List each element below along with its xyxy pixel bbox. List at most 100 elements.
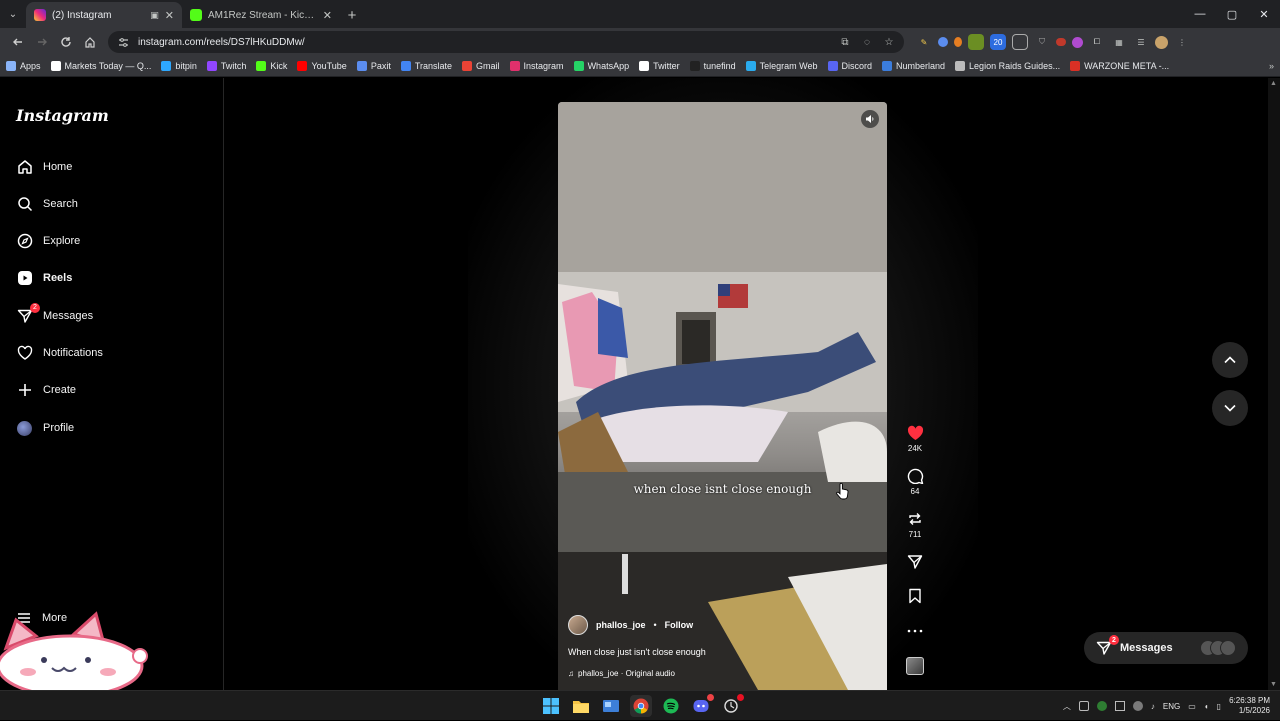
instagram-logo[interactable]: Instagram <box>16 106 109 125</box>
bookmark-telegram-web[interactable]: Telegram Web <box>745 61 818 71</box>
sidebar-item-create[interactable]: Create <box>16 378 76 402</box>
reel-description[interactable]: When close just isn't close enough <box>568 647 868 657</box>
profile-avatar-icon[interactable] <box>1155 35 1168 49</box>
tray-app-icon[interactable] <box>1078 701 1089 711</box>
tray-app-icon[interactable] <box>1114 701 1125 711</box>
bookmark-youtube[interactable]: YouTube <box>297 61 347 71</box>
back-button[interactable] <box>6 30 30 54</box>
minimize-button[interactable]: — <box>1184 0 1216 28</box>
address-bar[interactable]: instagram.com/reels/DS7lHKuDDMw/ ⧉ ◌ ☆ <box>108 31 904 53</box>
language-indicator[interactable]: ENG <box>1163 702 1180 711</box>
battery-icon[interactable]: ▯ <box>1217 702 1221 711</box>
eye-slash-icon[interactable]: ◌ <box>860 35 874 49</box>
tray-app-icon[interactable] <box>1096 701 1107 711</box>
send-icon[interactable] <box>900 553 930 571</box>
scroll-up-icon[interactable]: ▲ <box>1270 80 1277 87</box>
bookmark-icon[interactable] <box>900 587 930 605</box>
bookmark-star-icon[interactable]: ☆ <box>882 35 896 49</box>
ellipsis-icon[interactable] <box>900 622 930 640</box>
sidebar-item-profile[interactable]: Profile <box>16 416 74 440</box>
extension-icon[interactable] <box>1012 34 1028 50</box>
more-options-action[interactable] <box>900 622 930 642</box>
spotify-icon[interactable] <box>660 695 682 717</box>
shield-extension-icon[interactable]: ⛉ <box>1034 34 1050 50</box>
extension-icon[interactable] <box>1056 38 1066 46</box>
bookmark-numberland[interactable]: Numberland <box>882 61 945 71</box>
bookmark-instagram[interactable]: Instagram <box>509 61 564 71</box>
author-username[interactable]: phallos_joe <box>596 620 646 630</box>
tab-kick-dashboard[interactable]: AM1Rez Stream - Kick Dashboard ✕ <box>182 2 340 28</box>
new-tab-button[interactable]: + <box>340 2 364 28</box>
sidebar-item-search[interactable]: Search <box>16 192 78 216</box>
comment-icon[interactable] <box>900 467 930 485</box>
maximize-button[interactable]: ▢ <box>1216 0 1248 28</box>
reel-video[interactable]: when close isnt close enough phallos_joe… <box>558 102 887 690</box>
page-scrollbar[interactable]: ▲ ▼ <box>1268 78 1280 690</box>
bookmark-translate[interactable]: Translate <box>400 61 452 71</box>
install-app-icon[interactable]: ⧉ <box>838 35 852 49</box>
bookmark-legion-raids-guides[interactable]: Legion Raids Guides... <box>955 61 1060 71</box>
bookmark-bitpin[interactable]: bitpin <box>161 61 197 71</box>
close-tab-icon[interactable]: ✕ <box>165 9 174 22</box>
bookmark-paxit[interactable]: Paxit <box>356 61 391 71</box>
close-tab-icon[interactable]: ✕ <box>323 9 332 22</box>
extension-icon[interactable]: 20 <box>990 34 1006 50</box>
share-action[interactable] <box>900 553 930 573</box>
bookmark-gmail[interactable]: Gmail <box>462 61 500 71</box>
site-info-icon[interactable] <box>116 35 130 49</box>
network-icon[interactable]: ▭ <box>1188 702 1196 711</box>
tab-groups-icon[interactable]: ▦ <box>1111 34 1127 50</box>
sidebar-item-notifications[interactable]: Notifications <box>16 341 103 365</box>
sidebar-item-reels[interactable]: Reels <box>16 266 72 290</box>
bookmark-twitch[interactable]: Twitch <box>206 61 246 71</box>
app-icon[interactable] <box>720 694 744 717</box>
previous-reel-button[interactable] <box>1212 342 1248 378</box>
bookmark-twitter[interactable]: Twitter <box>639 61 680 71</box>
home-button[interactable] <box>78 30 102 54</box>
sidebar-item-messages[interactable]: 2 Messages <box>16 302 93 328</box>
repost-action[interactable]: 711 <box>900 510 930 539</box>
control-panel-icon[interactable] <box>600 695 622 717</box>
next-reel-button[interactable] <box>1212 390 1248 426</box>
bookmark-discord[interactable]: Discord <box>827 61 872 71</box>
extensions-puzzle-icon[interactable]: ⧠ <box>1089 34 1105 50</box>
bookmark-whatsapp[interactable]: WhatsApp <box>573 61 629 71</box>
file-explorer-icon[interactable] <box>570 695 592 717</box>
reel-audio-link[interactable]: ♫ phallos_joe · Original audio <box>568 669 868 678</box>
save-action[interactable] <box>900 587 930 607</box>
sidebar-item-home[interactable]: Home <box>16 155 72 179</box>
heart-filled-icon[interactable] <box>900 424 930 442</box>
like-action[interactable]: 24K <box>900 424 930 453</box>
discord-icon[interactable] <box>690 694 714 717</box>
volume-icon[interactable]: ◖ <box>1204 702 1209 711</box>
reload-button[interactable] <box>54 30 78 54</box>
reading-list-icon[interactable]: ☰ <box>1133 34 1149 50</box>
tab-search-button[interactable]: ⌄ <box>0 0 26 28</box>
follow-button[interactable]: Follow <box>665 620 694 630</box>
chevron-up-icon[interactable]: ︿ <box>1063 701 1071 712</box>
scroll-down-icon[interactable]: ▼ <box>1270 681 1277 688</box>
extension-icon[interactable] <box>968 34 984 50</box>
messages-pill-button[interactable]: 2 Messages <box>1084 632 1248 664</box>
extension-icon[interactable] <box>938 37 948 47</box>
pen-extension-icon[interactable]: ✎ <box>916 34 932 50</box>
bookmark-apps[interactable]: Apps <box>6 61 41 71</box>
microphone-icon[interactable]: ♪ <box>1151 702 1155 711</box>
close-window-button[interactable]: ✕ <box>1248 0 1280 28</box>
author-avatar[interactable] <box>568 615 588 635</box>
taskbar-clock[interactable]: 6:26:38 PM 1/5/2026 <box>1229 696 1270 716</box>
comment-action[interactable]: 64 <box>900 467 930 496</box>
sidebar-item-explore[interactable]: Explore <box>16 229 80 253</box>
chrome-icon[interactable] <box>630 695 652 717</box>
extension-icon[interactable] <box>954 37 962 47</box>
repost-icon[interactable] <box>900 510 930 528</box>
extension-icon[interactable] <box>1072 36 1083 48</box>
bookmark-tunefind[interactable]: tunefind <box>689 61 736 71</box>
tray-app-icon[interactable] <box>1132 701 1143 711</box>
audio-thumbnail[interactable] <box>906 657 924 675</box>
bookmark-kick[interactable]: Kick <box>256 61 287 71</box>
url-text[interactable]: instagram.com/reels/DS7lHKuDDMw/ <box>138 37 305 48</box>
kebab-menu-icon[interactable]: ⋮ <box>1174 34 1190 50</box>
tab-media-icon[interactable]: ▣ <box>150 10 159 21</box>
bookmarks-overflow-icon[interactable]: » <box>1269 61 1274 71</box>
